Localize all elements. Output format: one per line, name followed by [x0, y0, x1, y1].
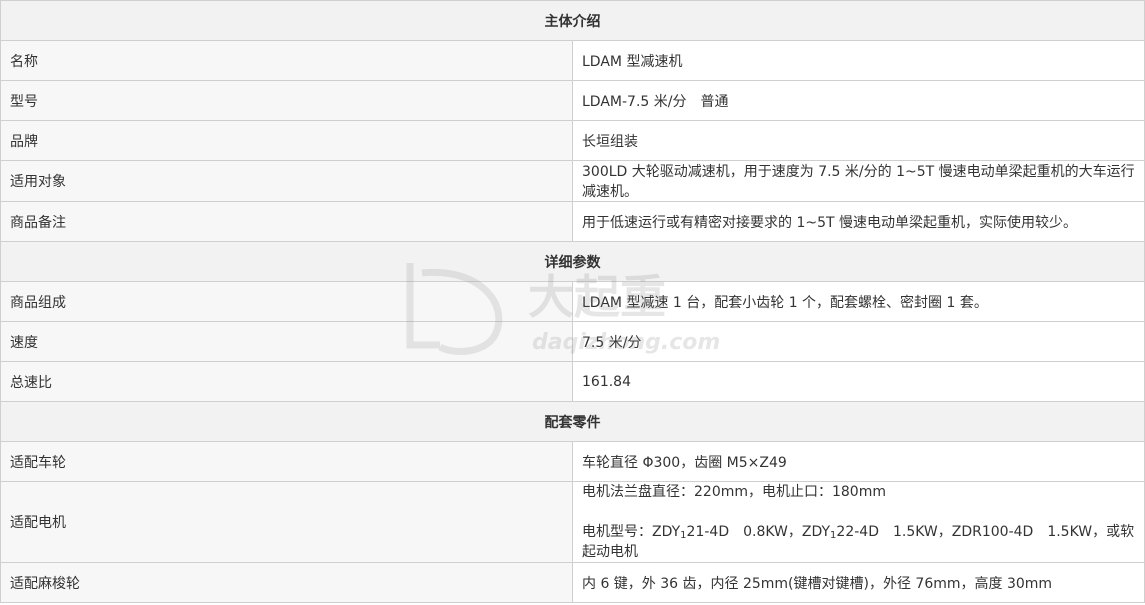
section-title: 详细参数	[0, 241, 1145, 282]
row-label: 适用对象	[0, 160, 573, 202]
table-row: 总速比 161.84	[0, 361, 1145, 402]
section-title: 配套零件	[0, 401, 1145, 442]
table-row: 适配电机 电机法兰盘直径：220mm，电机止口：180mm 电机型号：ZDY12…	[0, 481, 1145, 563]
section-title: 主体介绍	[0, 0, 1145, 41]
motor-flange-line: 电机法兰盘直径：220mm，电机止口：180mm	[582, 484, 886, 500]
table-row: 适配麻梭轮 内 6 键，外 36 齿，内径 25mm(键槽对键槽)，外径 76m…	[0, 562, 1145, 603]
row-label: 型号	[0, 80, 573, 121]
motor-model-text: 21-4D 0.8KW，ZDY	[686, 524, 831, 540]
table-row: 商品备注 用于低速运行或有精密对接要求的 1~5T 慢速电动单梁起重机，实际使用…	[0, 201, 1145, 242]
table-row: 适配车轮 车轮直径 Φ300，齿圈 M5×Z49	[0, 441, 1145, 482]
row-label: 商品备注	[0, 201, 573, 242]
table-row: 品牌 长垣组装	[0, 120, 1145, 161]
section-header-detail: 详细参数	[0, 241, 1145, 282]
row-value: 300LD 大轮驱动减速机，用于速度为 7.5 米/分的 1~5T 慢速电动单梁…	[572, 160, 1145, 202]
row-value: 161.84	[572, 361, 1145, 402]
row-value: 7.5 米/分	[572, 321, 1145, 362]
row-value: LDAM 型减速机	[572, 40, 1145, 81]
table-row: 速度 7.5 米/分	[0, 321, 1145, 362]
row-value: 车轮直径 Φ300，齿圈 M5×Z49	[572, 441, 1145, 482]
table-row: 商品组成 LDAM 型减速 1 台，配套小齿轮 1 个，配套螺栓、密封圈 1 套…	[0, 281, 1145, 322]
row-value-multiline: 电机法兰盘直径：220mm，电机止口：180mm 电机型号：ZDY121-4D …	[572, 481, 1145, 563]
row-value: 用于低速运行或有精密对接要求的 1~5T 慢速电动单梁起重机，实际使用较少。	[572, 201, 1145, 242]
section-header-intro: 主体介绍	[0, 0, 1145, 41]
row-value: 长垣组装	[572, 120, 1145, 161]
row-value: LDAM-7.5 米/分 普通	[572, 80, 1145, 121]
section-header-parts: 配套零件	[0, 401, 1145, 442]
motor-model-text: 电机型号：ZDY	[582, 524, 681, 540]
row-label: 名称	[0, 40, 573, 81]
row-label: 品牌	[0, 120, 573, 161]
table-row: 适用对象 300LD 大轮驱动减速机，用于速度为 7.5 米/分的 1~5T 慢…	[0, 160, 1145, 202]
table-row: 型号 LDAM-7.5 米/分 普通	[0, 80, 1145, 121]
spec-table: 主体介绍 名称 LDAM 型减速机 型号 LDAM-7.5 米/分 普通 品牌 …	[0, 0, 1145, 603]
row-label: 适配电机	[0, 481, 573, 563]
row-label: 商品组成	[0, 281, 573, 322]
table-row: 名称 LDAM 型减速机	[0, 40, 1145, 81]
row-label: 速度	[0, 321, 573, 362]
row-label: 总速比	[0, 361, 573, 402]
motor-model-line: 电机型号：ZDY121-4D 0.8KW，ZDY122-4D 1.5KW，ZDR…	[582, 522, 1135, 562]
row-label: 适配车轮	[0, 441, 573, 482]
row-value: 内 6 键，外 36 齿，内径 25mm(键槽对键槽)，外径 76mm，高度 3…	[572, 562, 1145, 603]
row-value: LDAM 型减速 1 台，配套小齿轮 1 个，配套螺栓、密封圈 1 套。	[572, 281, 1145, 322]
row-label: 适配麻梭轮	[0, 562, 573, 603]
